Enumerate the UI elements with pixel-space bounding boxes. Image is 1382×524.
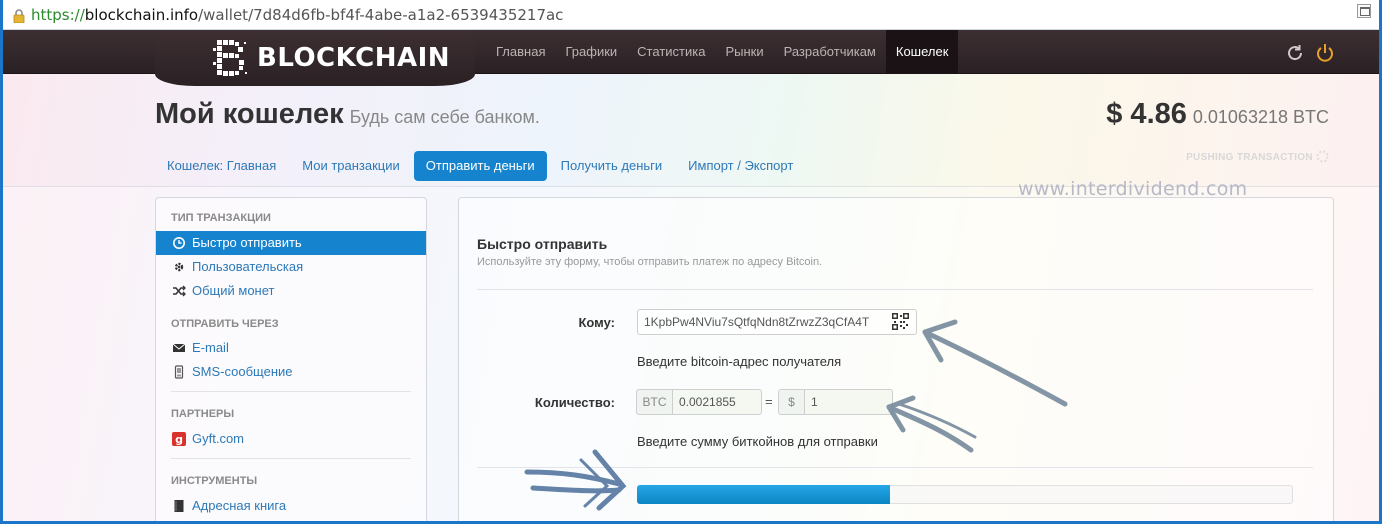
tab-receive-money[interactable]: Получить деньги	[549, 151, 675, 181]
tab-wallet-home[interactable]: Кошелек: Главная	[155, 151, 288, 181]
sidebar-heading-partners: ПАРТНЕРЫ	[171, 408, 235, 420]
url-scheme: https://	[31, 5, 85, 24]
form-divider	[477, 289, 1313, 290]
sidebar-item-label: Адресная книга	[192, 498, 287, 513]
sidebar-item-quick-send[interactable]: Быстро отправить	[156, 231, 426, 255]
sidebar-item-shared-coin[interactable]: Общий монет	[156, 279, 426, 303]
sidebar-item-gyft[interactable]: g Gyft.com	[156, 427, 426, 451]
recipient-help-text: Введите bitcoin-адрес получателя	[637, 354, 842, 369]
sidebar-item-sms[interactable]: SMS-сообщение	[156, 360, 426, 384]
btc-amount-input[interactable]: 0.0021855	[672, 389, 762, 415]
clock-icon	[173, 237, 185, 249]
status-text: PUSHING TRANSACTION	[1186, 150, 1329, 163]
sidebar-heading-tools: ИНСТРУМЕНТЫ	[171, 475, 258, 487]
book-icon	[174, 500, 184, 512]
usd-amount-input[interactable]: 1	[804, 389, 893, 415]
form-description: Используйте эту форму, чтобы отправить п…	[477, 256, 823, 268]
btc-unit-addon: BTC	[636, 389, 673, 415]
blockchain-logo-icon	[213, 40, 247, 76]
envelope-icon	[172, 343, 186, 352]
sidebar-item-label: SMS-сообщение	[192, 364, 293, 379]
recipient-address-input[interactable]: 1KpbPw4NViu7sQtfqNdn8tZrwzZ3qCfA4T	[637, 309, 917, 335]
page-header: Мой кошелек Будь сам себе банком.	[155, 98, 540, 131]
qr-code-icon[interactable]	[892, 313, 909, 330]
sidebar-item-email[interactable]: E-mail	[156, 336, 426, 360]
sidebar-item-label: E-mail	[192, 340, 229, 355]
sidebar: ТИП ТРАНЗАКЦИИ Быстро отправить Пользова…	[155, 197, 427, 521]
balance-btc: 0.01063218 BTC	[1192, 107, 1329, 127]
sidebar-divider	[171, 391, 411, 392]
nav-wallet[interactable]: Кошелек	[885, 30, 959, 74]
form-title: Быстро отправить	[477, 236, 608, 252]
page-subtitle: Будь сам себе банком.	[349, 107, 540, 127]
refresh-icon[interactable]	[1284, 42, 1306, 64]
equals-sign: =	[765, 394, 773, 409]
to-label: Кому:	[578, 315, 615, 330]
wallet-balance[interactable]: $ 4.86 0.01063218 BTC	[1106, 98, 1329, 131]
send-progress-fill	[637, 485, 890, 504]
usd-unit-addon: $	[778, 389, 805, 415]
status-label: PUSHING TRANSACTION	[1186, 152, 1313, 163]
power-icon[interactable]	[1314, 42, 1336, 64]
nav-developers[interactable]: Разработчикам	[774, 30, 886, 74]
main-nav: Главная Графики Статистика Рынки Разрабо…	[486, 30, 959, 74]
sidebar-item-address-book[interactable]: Адресная книга	[156, 494, 426, 518]
restore-window-icon[interactable]	[1357, 4, 1371, 18]
tab-import-export[interactable]: Импорт / Экспорт	[676, 151, 805, 181]
sidebar-heading-transaction-type: ТИП ТРАНЗАКЦИИ	[171, 212, 271, 224]
nav-markets[interactable]: Рынки	[715, 30, 773, 74]
address-bar[interactable]: https://blockchain.info/wallet/7d84d6fb-…	[3, 0, 1379, 30]
brand-name: BLOCKCHAIN	[257, 43, 451, 73]
amount-help-text: Введите сумму биткойнов для отправки	[637, 434, 878, 449]
gear-icon	[174, 262, 184, 272]
url-host: blockchain.info	[84, 5, 199, 24]
sidebar-item-custom[interactable]: Пользовательская	[156, 255, 426, 279]
nav-stats[interactable]: Статистика	[627, 30, 715, 74]
brand-logo[interactable]: BLOCKCHAIN	[213, 38, 450, 78]
sidebar-item-label: Быстро отправить	[192, 235, 302, 250]
tab-transactions[interactable]: Мои транзакции	[290, 151, 412, 181]
phone-icon	[174, 365, 184, 379]
sidebar-item-label: Общий монет	[192, 283, 275, 298]
page-title: Мой кошелек	[155, 98, 344, 130]
nav-charts[interactable]: Графики	[555, 30, 627, 74]
sidebar-heading-send-via: ОТПРАВИТЬ ЧЕРЕЗ	[171, 318, 279, 330]
wallet-tabs: Кошелек: Главная Мои транзакции Отправит…	[155, 151, 807, 181]
amount-label: Количество:	[534, 395, 615, 410]
form-divider	[477, 467, 1313, 468]
svg-text:g: g	[175, 433, 183, 446]
balance-usd: $ 4.86	[1106, 98, 1187, 130]
lock-icon	[13, 8, 25, 23]
sidebar-divider	[171, 458, 411, 459]
spinner-icon	[1316, 150, 1329, 163]
url-path: /wallet/7d84d6fb-bf4f-4abe-a1a2-65394352…	[198, 5, 564, 24]
sidebar-item-label: Пользовательская	[192, 259, 304, 274]
tab-send-money[interactable]: Отправить деньги	[413, 151, 547, 181]
sidebar-item-label: Gyft.com	[192, 431, 245, 446]
shuffle-icon	[173, 285, 186, 297]
browser-window: https://blockchain.info/wallet/7d84d6fb-…	[0, 0, 1382, 524]
gyft-icon: g	[172, 432, 186, 446]
nav-home[interactable]: Главная	[486, 30, 555, 74]
